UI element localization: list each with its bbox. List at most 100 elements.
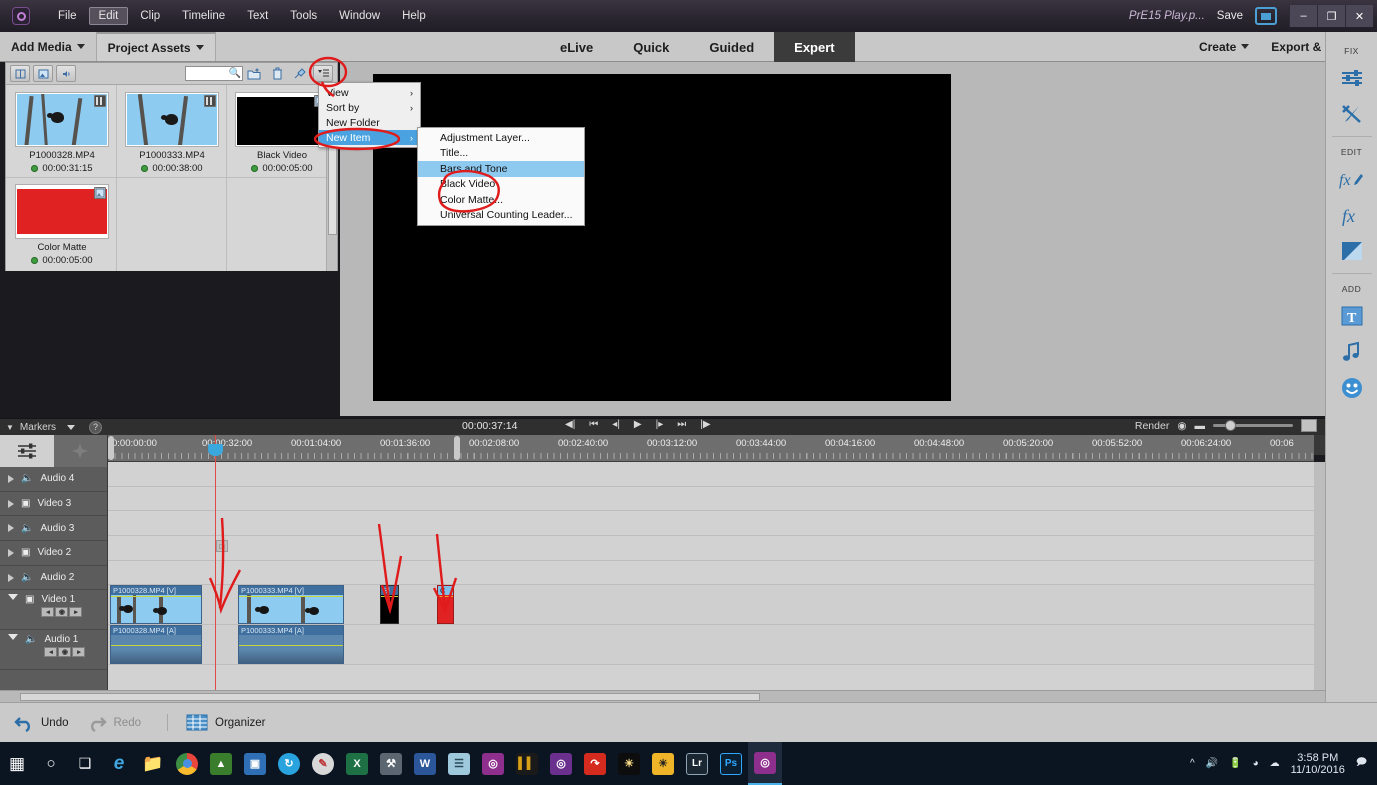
work-area-end-handle[interactable] xyxy=(454,436,460,460)
menu-edit[interactable]: Edit xyxy=(88,7,129,25)
track-header-audio-1[interactable]: 🔈 Audio 1 ◂ ◉ ▸ xyxy=(0,630,107,671)
excel-app[interactable]: X xyxy=(340,742,374,785)
program-monitor[interactable] xyxy=(373,74,951,401)
menu-timeline[interactable]: Timeline xyxy=(172,7,235,25)
go-to-start-icon[interactable]: ⏮ xyxy=(589,419,598,430)
markers-label[interactable]: Markers xyxy=(20,422,56,433)
timeline-clip[interactable]: C xyxy=(437,585,454,625)
music-icon[interactable] xyxy=(1334,334,1370,370)
track-row-audio-2[interactable] xyxy=(108,560,1314,586)
new-folder-icon[interactable] xyxy=(244,65,264,82)
current-timecode[interactable]: 00:00:37:14 xyxy=(462,420,517,432)
asset-item[interactable]: P1000333.MP4 00:00:38:00 xyxy=(118,92,226,174)
track-header-audio-2[interactable]: 🔈 Audio 2 xyxy=(0,565,107,591)
go-to-end-icon[interactable]: ⏭ xyxy=(677,419,686,430)
menu-window[interactable]: Window xyxy=(329,7,390,25)
menu-clip[interactable]: Clip xyxy=(130,7,170,25)
acrobat-app[interactable]: ↷ xyxy=(578,742,612,785)
track-eye-icon[interactable]: ◉ xyxy=(55,607,69,618)
bulb-app[interactable]: ☀ xyxy=(646,742,680,785)
battery-icon[interactable]: 🔋 xyxy=(1229,758,1241,769)
disclosure-triangle-icon[interactable] xyxy=(8,573,14,582)
track-next-icon[interactable]: ▸ xyxy=(72,647,86,658)
menu-tools[interactable]: Tools xyxy=(280,7,327,25)
asset-item[interactable]: Color Matte 00:00:05:00 xyxy=(8,184,116,266)
save-button[interactable]: Save xyxy=(1217,10,1243,22)
track-header-audio-3[interactable]: 🔈 Audio 3 xyxy=(0,516,107,542)
step-back-icon[interactable]: ◂| xyxy=(612,419,620,430)
disclosure-triangle-icon[interactable] xyxy=(8,634,18,641)
timeline-clip[interactable]: P1000328.MP4 [V] xyxy=(110,585,202,625)
asset-item[interactable]: P1000328.MP4 00:00:31:15 xyxy=(8,92,116,174)
image-filter-icon[interactable] xyxy=(33,65,53,82)
disclosure-triangle-icon[interactable] xyxy=(8,548,14,557)
help-icon[interactable]: ? xyxy=(89,420,103,434)
playhead[interactable] xyxy=(208,435,223,690)
start-button[interactable]: ▦ xyxy=(0,742,34,785)
submenu-item-adjustment-layer[interactable]: Adjustment Layer... xyxy=(418,130,584,146)
onedrive-icon[interactable]: ☁ xyxy=(1270,758,1280,769)
tab-elive[interactable]: eLive xyxy=(540,32,613,62)
notes-app[interactable]: ☰ xyxy=(442,742,476,785)
disclosure-triangle-icon[interactable] xyxy=(8,594,18,601)
photoshop-app[interactable]: Ps xyxy=(714,742,748,785)
timeline-ruler[interactable]: 0:00:00:00 00:00:32:00 00:01:04:00 00:01… xyxy=(108,435,1314,462)
menu-item-new-item[interactable]: New Item › xyxy=(319,130,420,145)
menu-text[interactable]: Text xyxy=(237,7,278,25)
submenu-item-bars-and-tone[interactable]: Bars and Tone xyxy=(418,161,584,177)
track-row-audio-1[interactable]: P1000328.MP4 [A] P1000333.MP4 [A] xyxy=(108,625,1314,666)
play-icon[interactable]: ▶ xyxy=(634,419,642,430)
show-hidden-icons[interactable]: ^ xyxy=(1190,758,1195,769)
timeline-clip[interactable]: Bl xyxy=(380,585,399,625)
windows-app[interactable]: ▲ xyxy=(204,742,238,785)
chevron-down-icon[interactable]: ▼ xyxy=(6,423,14,432)
track-header-video-1[interactable]: ▣ Video 1 ◂ ◉ ▸ xyxy=(0,590,107,631)
add-keyframe-icon[interactable] xyxy=(54,435,108,467)
tool-app[interactable]: ⚒ xyxy=(374,742,408,785)
fx-icon[interactable]: fx xyxy=(1334,197,1370,233)
track-header-audio-4[interactable]: 🔈 Audio 4 xyxy=(0,467,107,492)
track-speaker-icon[interactable]: ◉ xyxy=(58,647,72,658)
mixer-icon[interactable] xyxy=(0,435,54,467)
render-button[interactable]: Render xyxy=(1135,420,1169,432)
file-explorer[interactable]: 📁 xyxy=(136,742,170,785)
timeline-clip[interactable]: P1000333.MP4 [V] xyxy=(238,585,344,625)
zoom-in-icon[interactable] xyxy=(1301,419,1317,432)
timeline-clip[interactable]: P1000328.MP4 [A] xyxy=(110,625,202,665)
maximize-button[interactable]: ❐ xyxy=(1317,5,1345,27)
cortana-search[interactable]: ○ xyxy=(34,742,68,785)
timeline-clip[interactable]: P1000333.MP4 [A] xyxy=(238,625,344,665)
paint-app[interactable]: ✎ xyxy=(306,742,340,785)
organizer-button[interactable]: Organizer xyxy=(167,714,266,731)
playhead-handle[interactable] xyxy=(208,444,223,456)
idea-app[interactable]: ☀ xyxy=(612,742,646,785)
sync-app[interactable]: ↻ xyxy=(272,742,306,785)
media-app[interactable]: ▣ xyxy=(238,742,272,785)
disclosure-triangle-icon[interactable] xyxy=(8,524,14,533)
timeline-horizontal-scrollbar[interactable] xyxy=(0,690,1325,702)
track-marker-icon[interactable]: □ xyxy=(216,540,228,553)
lightroom-app[interactable]: Lr xyxy=(680,742,714,785)
track-next-icon[interactable]: ▸ xyxy=(69,607,83,618)
premiere-elements-app[interactable]: ◎ xyxy=(476,742,510,785)
fx-pencil-icon[interactable]: fx xyxy=(1334,161,1370,197)
redo-button[interactable]: Redo xyxy=(87,714,141,732)
notification-icon[interactable]: 🗩 xyxy=(1356,755,1367,772)
zoom-out-icon[interactable]: ▬ xyxy=(1195,420,1206,432)
track-row-video-1[interactable]: P1000328.MP4 [V] P1000333.MP4 [V] Bl C xyxy=(108,585,1314,626)
chevron-down-icon[interactable] xyxy=(67,424,76,430)
menu-item-new-folder[interactable]: New Folder xyxy=(319,115,420,130)
track-prev-icon[interactable]: ◂ xyxy=(44,647,58,658)
minimize-button[interactable]: – xyxy=(1289,5,1317,27)
submenu-item-title[interactable]: Title... xyxy=(418,146,584,162)
premiere-elements-active[interactable]: ◎ xyxy=(748,742,782,785)
audio-filter-icon[interactable] xyxy=(56,65,76,82)
word-app[interactable]: W xyxy=(408,742,442,785)
close-button[interactable]: ✕ xyxy=(1345,5,1373,27)
delete-icon[interactable] xyxy=(267,65,287,82)
project-assets-tab[interactable]: Project Assets xyxy=(95,32,216,61)
panel-menu-icon[interactable] xyxy=(313,65,333,82)
create-button[interactable]: Create xyxy=(1188,40,1260,54)
track-row-audio-3[interactable] xyxy=(108,511,1314,537)
set-out-icon[interactable]: |▶ xyxy=(700,419,710,430)
